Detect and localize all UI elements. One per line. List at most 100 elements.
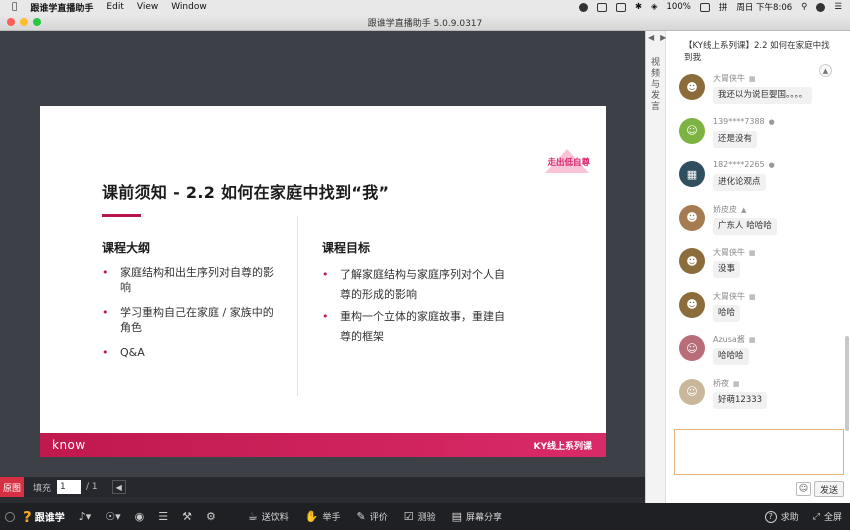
chat-panel: ◀▶ 视频与发言 【KY线上系列课】2.2 如何在家庭中找到我 ▲ ☻ 大胃侠牛…	[645, 31, 850, 503]
message-bubble: 没事	[713, 261, 741, 278]
slide-title: 课前须知 - 2.2 如何在家庭中找到“我”	[102, 183, 390, 202]
chat-nav: ◀▶ 视频与发言	[646, 31, 666, 503]
presentation-stage: 课前须知 - 2.2 如何在家庭中找到“我” 走出低自尊 课程大纲 家庭结构和出…	[0, 31, 645, 477]
quiz-button[interactable]: ☑ 测验	[404, 510, 436, 523]
username[interactable]: 大胃侠牛	[713, 292, 745, 301]
menu-bar:  跟谁学直播助手 Edit View Window ✱ ◈ 100% 拼 周日…	[0, 0, 850, 14]
message-bubble: 哈哈哈	[713, 348, 749, 365]
window-zoom-button[interactable]	[33, 18, 41, 26]
microphone-icon[interactable]: ☉▾	[105, 510, 120, 523]
page-prev-button[interactable]: ◀	[111, 480, 126, 494]
wifi-icon[interactable]: ◈	[651, 2, 658, 12]
status-app-icon[interactable]	[578, 2, 588, 12]
username[interactable]: 桥夜	[713, 379, 729, 388]
username[interactable]: 娇皮皮	[713, 205, 737, 214]
list-item: Q&A	[102, 345, 282, 360]
windows-icon: ▦	[749, 75, 756, 83]
avatar[interactable]: ▦	[679, 161, 705, 187]
slide-logo: 走出低自尊	[545, 149, 590, 173]
hand-icon: ✋	[304, 510, 319, 523]
siri-icon[interactable]	[816, 2, 826, 12]
avatar[interactable]: ☻	[679, 74, 705, 100]
original-view-button[interactable]: 原图	[0, 477, 24, 497]
goals-heading: 课程目标	[322, 241, 371, 255]
username[interactable]: 182****2265	[713, 160, 765, 169]
title-underline	[102, 214, 141, 217]
goals-list: 了解家庭结构与家庭序列对个人自尊的形成的影响 重构一个立体的家庭故事，重建自尊的…	[322, 265, 512, 349]
windows-icon: ▦	[749, 292, 756, 301]
list-item: 家庭结构和出生序列对自尊的影响	[102, 265, 282, 295]
fill-mode-button[interactable]: 填充	[33, 481, 51, 494]
settings-icon[interactable]: ⚙	[206, 510, 216, 523]
username[interactable]: 大胃侠牛	[713, 74, 745, 83]
android-icon: ▲	[741, 205, 747, 214]
window-minimize-button[interactable]	[20, 18, 28, 26]
help-button[interactable]: ? 求助	[764, 510, 799, 523]
emoji-icon[interactable]: ☺	[796, 482, 811, 496]
clock[interactable]: 周日 下午8:06	[736, 1, 792, 13]
page-number-input[interactable]: 1	[57, 480, 82, 494]
chevron-left-icon: ◀	[115, 482, 122, 492]
panel-collapse-arrows[interactable]: ◀▶	[648, 33, 672, 42]
wrench-icon[interactable]: ⚒	[182, 510, 192, 523]
apple-icon: ●	[768, 117, 775, 126]
app-logo: ? 跟谁学	[23, 507, 65, 526]
camera-icon[interactable]: ◉	[135, 510, 145, 523]
outline-heading: 课程大纲	[102, 241, 151, 255]
menu-view[interactable]: View	[137, 2, 158, 12]
power-icon[interactable]	[5, 511, 15, 522]
list-item: 了解家庭结构与家庭序列对个人自尊的形成的影响	[322, 265, 512, 305]
raise-hand-button[interactable]: ✋ 举手	[305, 510, 341, 523]
send-drink-button[interactable]: ☕ 送饮料	[248, 510, 289, 523]
username[interactable]: Azusa酱	[713, 335, 745, 344]
window-close-button[interactable]	[7, 18, 15, 26]
window-title-bar: 跟谁学直播助手 5.0.9.0317	[0, 14, 850, 31]
battery-icon[interactable]	[699, 2, 710, 12]
notification-center-icon[interactable]: ☰	[834, 2, 842, 12]
list-item: 学习重构自己在家庭 / 家族中的角色	[102, 305, 282, 335]
bluetooth-icon[interactable]: ✱	[635, 2, 642, 12]
equalizer-icon[interactable]: ☰	[158, 510, 168, 523]
message-bubble: 进化论观点	[713, 174, 766, 191]
outline-list: 家庭结构和出生序列对自尊的影响 学习重构自己在家庭 / 家族中的角色 Q&A	[102, 265, 282, 370]
checkbox-icon: ☑	[403, 510, 414, 523]
username[interactable]: 大胃侠牛	[713, 248, 745, 257]
windows-icon: ▦	[749, 249, 756, 257]
apple-icon[interactable]: 	[12, 2, 17, 12]
message-bubble: 广东人 哈哈哈	[713, 217, 777, 235]
input-method[interactable]: 拼	[719, 1, 728, 13]
message-bubble: 好萌12333	[713, 391, 768, 409]
screen-icon: ▤	[451, 510, 463, 523]
avatar[interactable]: ☻	[679, 248, 705, 274]
windows-icon: ▦	[733, 379, 740, 388]
column-divider	[297, 216, 298, 396]
menu-window[interactable]: Window	[171, 2, 207, 12]
battery-text[interactable]: 100%	[667, 2, 691, 12]
fullscreen-button[interactable]: ⤢ 全屏	[813, 510, 842, 524]
message-bubble: 哈哈	[713, 304, 741, 322]
avatar[interactable]: ☻	[679, 291, 705, 318]
footer-brand: know	[52, 438, 86, 452]
avatar[interactable]: ☺	[679, 335, 705, 361]
screen-share-button[interactable]: ▤ 屏幕分享	[452, 510, 502, 523]
chat-scrollbar[interactable]	[845, 336, 849, 431]
menu-edit[interactable]: Edit	[106, 2, 123, 12]
spotlight-icon[interactable]: ⚲	[801, 2, 807, 12]
status-screen-icon[interactable]	[596, 2, 607, 12]
tab-video-and-chat[interactable]: 视频与发言	[651, 58, 661, 113]
chat-message: ▦ 182****2265 ● 进化论观点	[676, 160, 841, 204]
menu-app-name[interactable]: 跟谁学直播助手	[30, 1, 93, 14]
send-button[interactable]: 发送	[814, 481, 844, 497]
chat-message: ☻ 娇皮皮 ▲ 广东人 哈哈哈	[676, 204, 841, 248]
username[interactable]: 139****7388	[713, 117, 765, 126]
edit-icon: ✎	[356, 510, 366, 523]
speaker-icon[interactable]: ♪▾	[79, 510, 92, 523]
avatar[interactable]: ☺	[679, 117, 705, 144]
rate-button[interactable]: ✎ 评价	[356, 510, 387, 523]
drink-icon: ☕	[247, 510, 258, 523]
status-display-icon[interactable]	[615, 2, 626, 12]
avatar[interactable]: ☻	[679, 204, 705, 231]
avatar[interactable]: ☺	[679, 378, 705, 405]
chat-input[interactable]	[674, 429, 844, 475]
slide: 课前须知 - 2.2 如何在家庭中找到“我” 走出低自尊 课程大纲 家庭结构和出…	[40, 106, 606, 457]
